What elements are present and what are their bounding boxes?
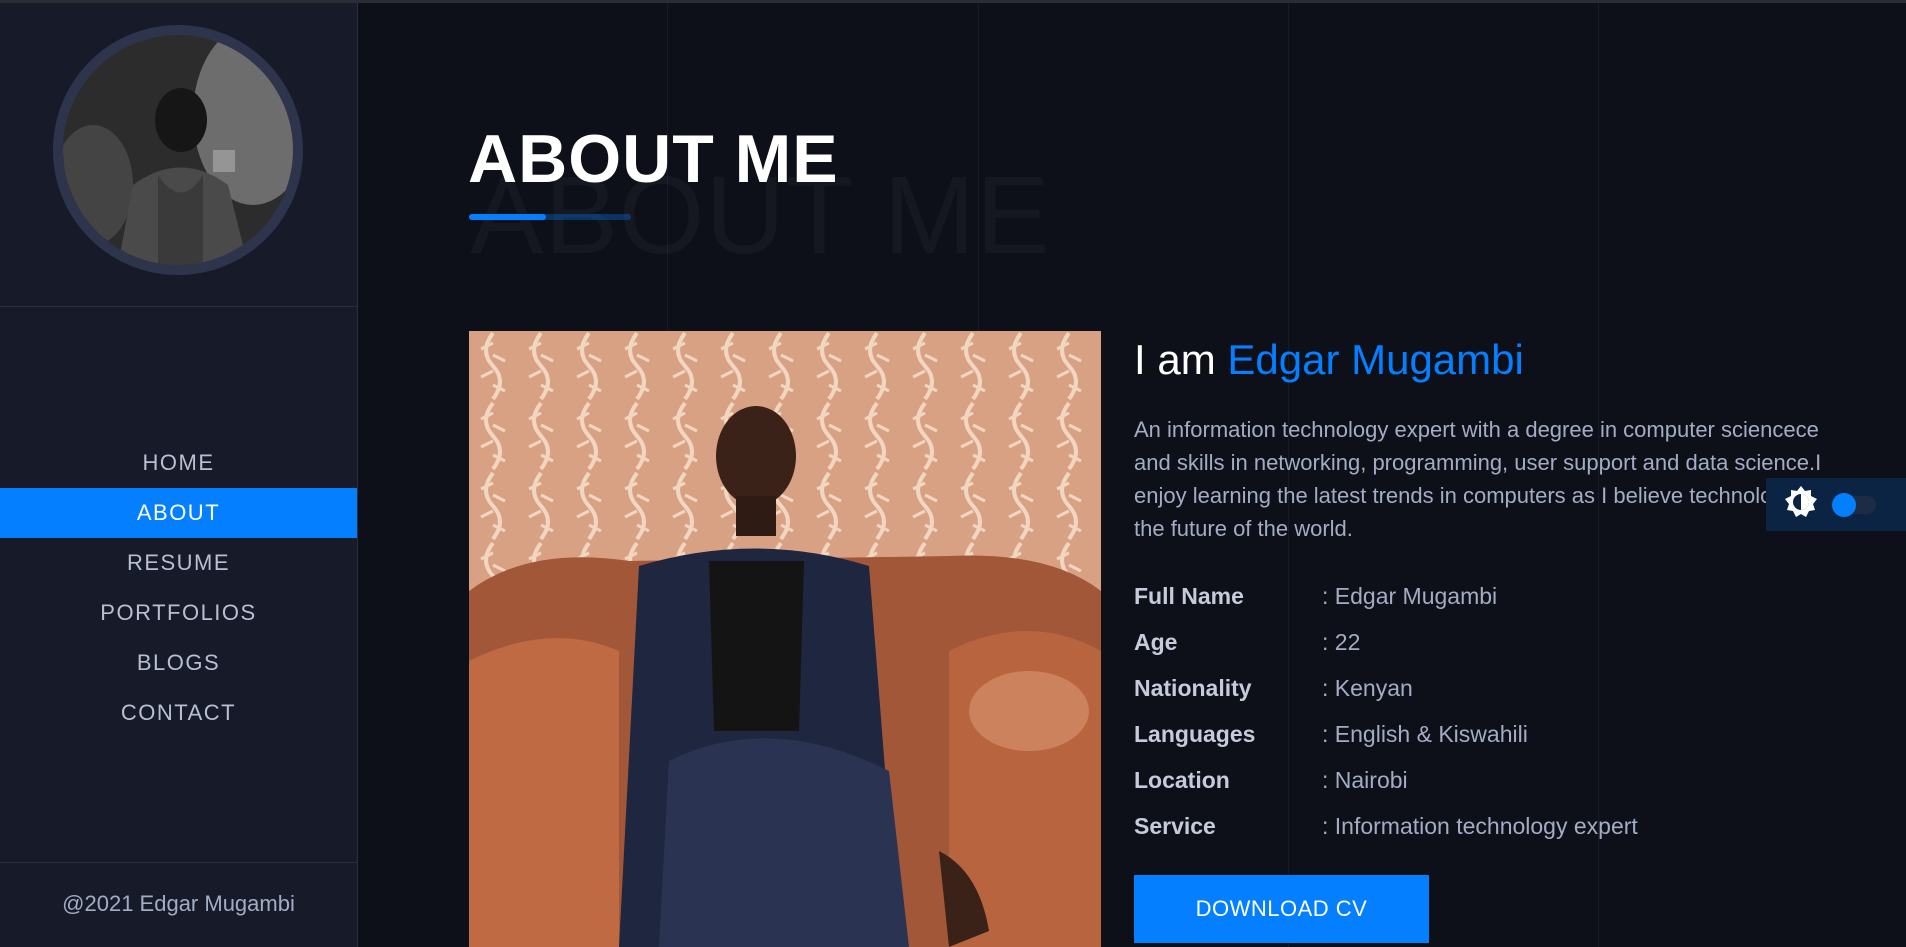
main-navigation: HOME ABOUT RESUME PORTFOLIOS BLOGS CONTA… <box>0 438 357 738</box>
detail-value: : 22 <box>1322 628 1361 655</box>
detail-value: : English & Kiswahili <box>1322 720 1528 747</box>
title-underline <box>469 214 631 220</box>
detail-value: : Nairobi <box>1322 766 1408 793</box>
detail-row: Location : Nairobi <box>1134 757 1638 803</box>
detail-row: Nationality : Kenyan <box>1134 665 1638 711</box>
nav-item-home[interactable]: HOME <box>0 438 357 488</box>
profile-avatar <box>53 25 303 275</box>
nav-item-contact[interactable]: CONTACT <box>0 688 357 738</box>
intro-name: Edgar Mugambi <box>1227 336 1524 383</box>
nav-item-blogs[interactable]: BLOGS <box>0 638 357 688</box>
personal-details: Full Name : Edgar Mugambi Age : 22 Natio… <box>1134 573 1638 849</box>
detail-row: Languages : English & Kiswahili <box>1134 711 1638 757</box>
nav-item-resume[interactable]: RESUME <box>0 538 357 588</box>
detail-value: : Kenyan <box>1322 674 1413 701</box>
theme-toggle[interactable] <box>1766 478 1906 531</box>
sidebar: HOME ABOUT RESUME PORTFOLIOS BLOGS CONTA… <box>0 3 358 947</box>
detail-label: Age <box>1134 628 1178 655</box>
detail-value: : Information technology expert <box>1322 812 1638 839</box>
detail-label: Full Name <box>1134 582 1244 609</box>
theme-switch[interactable] <box>1832 492 1876 517</box>
detail-row: Service : Information technology expert <box>1134 803 1638 849</box>
intro-prefix: I am <box>1134 336 1216 383</box>
detail-value: : Edgar Mugambi <box>1322 582 1498 609</box>
nav-item-portfolios[interactable]: PORTFOLIOS <box>0 588 357 638</box>
detail-label: Nationality <box>1134 674 1252 701</box>
about-portrait-image <box>469 331 1101 947</box>
sidebar-divider <box>0 862 358 863</box>
detail-label: Languages <box>1134 720 1256 747</box>
brightness-icon[interactable] <box>1784 485 1818 524</box>
intro-heading: I am Edgar Mugambi <box>1134 336 1524 384</box>
window-top-border <box>0 0 1906 3</box>
detail-label: Service <box>1134 812 1216 839</box>
sidebar-divider <box>0 306 358 307</box>
detail-row: Full Name : Edgar Mugambi <box>1134 573 1638 619</box>
download-cv-button[interactable]: DOWNLOAD CV <box>1134 875 1429 943</box>
detail-label: Location <box>1134 766 1230 793</box>
theme-switch-knob[interactable] <box>1832 492 1856 517</box>
detail-row: Age : 22 <box>1134 619 1638 665</box>
copyright-text: @2021 Edgar Mugambi <box>62 891 295 916</box>
bio-paragraph: An information technology expert with a … <box>1134 417 1822 541</box>
nav-item-about[interactable]: ABOUT <box>0 488 357 538</box>
section-title: ABOUT ME <box>468 121 839 197</box>
